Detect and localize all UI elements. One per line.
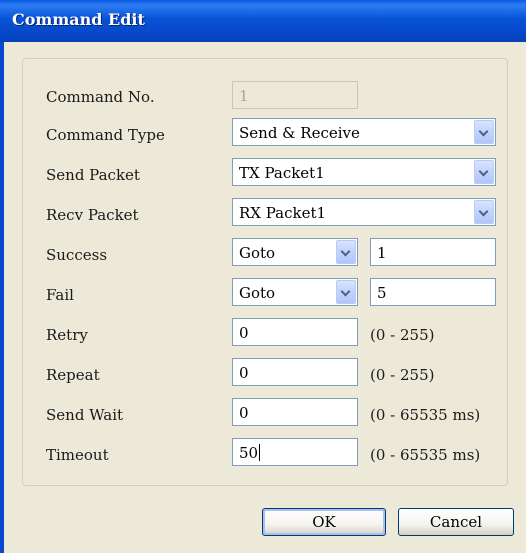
fail-target-input[interactable]: 5 xyxy=(370,278,496,306)
command-no-field: 1 xyxy=(232,81,358,109)
ok-button[interactable]: OK xyxy=(262,508,386,536)
title-bar[interactable]: Command Edit xyxy=(0,0,526,42)
chevron-down-icon[interactable] xyxy=(474,120,494,144)
fail-action-value: Goto xyxy=(239,284,276,302)
chevron-down-icon[interactable] xyxy=(336,280,356,304)
recv-packet-value: RX Packet1 xyxy=(239,204,327,222)
command-edit-dialog: Command Edit Command No. 1 Command Type … xyxy=(0,0,526,553)
send-wait-range: (0 - 65535 ms) xyxy=(370,406,481,424)
timeout-input[interactable]: 50 xyxy=(232,438,358,466)
command-no-label: Command No. xyxy=(46,88,155,106)
timeout-label: Timeout xyxy=(46,446,109,464)
repeat-input[interactable]: 0 xyxy=(232,358,358,386)
repeat-range: (0 - 255) xyxy=(370,366,435,384)
window-border xyxy=(0,42,4,553)
success-action-select[interactable]: Goto xyxy=(232,238,358,266)
command-type-label: Command Type xyxy=(46,126,165,144)
recv-packet-label: Recv Packet xyxy=(46,206,139,224)
success-target-input[interactable]: 1 xyxy=(370,238,496,266)
chevron-down-icon[interactable] xyxy=(474,200,494,224)
retry-input[interactable]: 0 xyxy=(232,318,358,346)
fail-label: Fail xyxy=(46,286,74,304)
send-packet-select[interactable]: TX Packet1 xyxy=(232,158,496,186)
send-packet-value: TX Packet1 xyxy=(239,164,325,182)
cancel-button[interactable]: Cancel xyxy=(398,508,514,536)
recv-packet-select[interactable]: RX Packet1 xyxy=(232,198,496,226)
send-wait-input[interactable]: 0 xyxy=(232,398,358,426)
retry-range: (0 - 255) xyxy=(370,326,435,344)
repeat-label: Repeat xyxy=(46,366,100,384)
retry-label: Retry xyxy=(46,326,88,344)
command-type-value: Send & Receive xyxy=(239,124,360,142)
window-title: Command Edit xyxy=(12,10,145,29)
success-label: Success xyxy=(46,246,108,264)
success-action-value: Goto xyxy=(239,244,276,262)
command-type-select[interactable]: Send & Receive xyxy=(232,118,496,146)
fail-action-select[interactable]: Goto xyxy=(232,278,358,306)
text-cursor xyxy=(259,444,261,461)
timeout-range: (0 - 65535 ms) xyxy=(370,446,481,464)
chevron-down-icon[interactable] xyxy=(474,160,494,184)
timeout-value: 50 xyxy=(239,444,259,462)
send-packet-label: Send Packet xyxy=(46,166,140,184)
send-wait-label: Send Wait xyxy=(46,406,124,424)
chevron-down-icon[interactable] xyxy=(336,240,356,264)
